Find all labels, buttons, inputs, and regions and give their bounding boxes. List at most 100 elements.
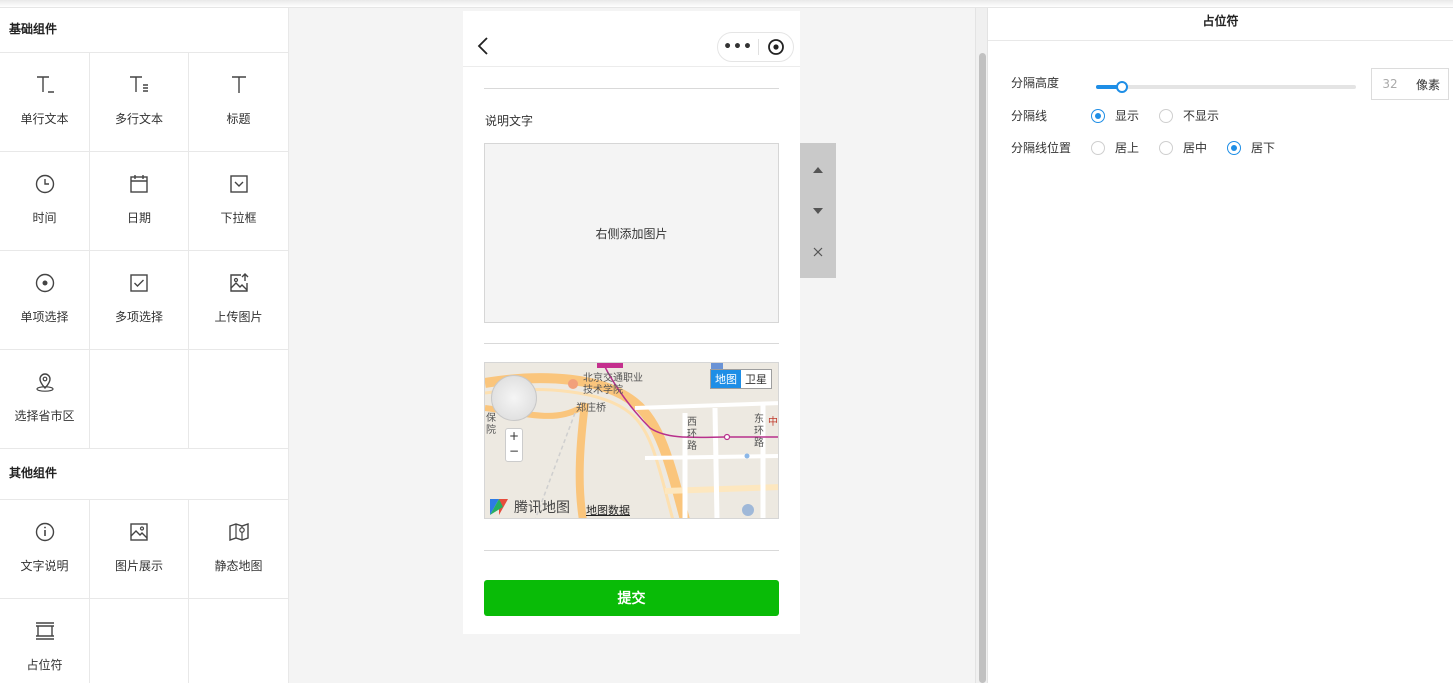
slider-handle[interactable] [1116, 81, 1128, 93]
divider-line [484, 550, 779, 551]
other-components-grid: 文字说明 图片展示 静态地图 占位符 [0, 500, 288, 683]
palette-item-time[interactable]: 时间 [0, 152, 90, 251]
description-text[interactable]: 说明文字 [485, 112, 533, 129]
palette-item-date[interactable]: 日期 [90, 152, 189, 251]
move-down-icon[interactable] [808, 201, 828, 221]
palette-item-multi-line-text[interactable]: 多行文本 [90, 53, 189, 152]
close-target-icon[interactable] [759, 38, 793, 56]
component-palette: 基础组件 单行文本 多行文本 标题 时间 日期 下拉框 单项选择 多项选择 上传… [0, 8, 289, 683]
palette-item-radio[interactable]: 单项选择 [0, 251, 90, 350]
palette-item-label: 选择省市区 [14, 409, 75, 423]
image-upload-icon [227, 271, 251, 295]
spacing-height-value[interactable]: 32 [1372, 77, 1408, 91]
basic-components-title: 基础组件 [0, 8, 288, 53]
properties-title: 占位符 [988, 8, 1453, 41]
map-type-standard[interactable]: 地图 [711, 370, 741, 388]
divider-hide-radio[interactable]: 不显示 [1159, 107, 1219, 124]
single-line-text-icon [33, 73, 57, 97]
palette-item-label: 单项选择 [20, 310, 69, 324]
move-up-icon[interactable] [808, 160, 828, 180]
map-zoom-control[interactable]: + − [505, 428, 523, 462]
map-data-link[interactable]: 地图数据 [586, 502, 630, 518]
divider-position-row: 分隔线位置 居上 居中 居下 [1011, 139, 1295, 156]
palette-item-label: 单行文本 [20, 112, 69, 126]
divider-position-label: 分隔线位置 [1011, 141, 1072, 155]
back-arrow-icon[interactable] [477, 37, 489, 58]
spacing-height-input[interactable]: 32 像素 [1371, 68, 1449, 100]
radio-label: 居中 [1183, 141, 1208, 155]
palette-item-label: 文字说明 [20, 559, 69, 573]
palette-empty-cell [90, 350, 189, 449]
title-icon [227, 73, 251, 97]
properties-panel: 占位符 分隔高度 32 像素 分隔线 显示 不显示 分隔线位置 居上 居中 居下 [988, 8, 1453, 683]
palette-item-static-map[interactable]: 静态地图 [189, 500, 288, 599]
static-map[interactable]: + − 北京交通职业 技术学院 郑庄桥 西 环 路 东 环 路 保 院 中 地图… [484, 362, 779, 519]
delete-close-icon[interactable] [808, 242, 828, 262]
palette-item-single-line-text[interactable]: 单行文本 [0, 53, 90, 152]
radio-label: 居上 [1115, 141, 1140, 155]
palette-item-spacer[interactable]: 占位符 [0, 599, 90, 683]
submit-button[interactable]: 提交 [484, 580, 779, 616]
map-label: 环 [687, 429, 697, 440]
map-brand: 腾讯地图 [488, 497, 570, 517]
scrollbar-thumb[interactable] [979, 53, 986, 683]
phone-nav-bar: ••• [463, 11, 800, 67]
palette-item-region-select[interactable]: 选择省市区 [0, 350, 90, 449]
palette-item-label: 上传图片 [214, 310, 263, 324]
top-border [0, 0, 1453, 8]
map-label: 技术学院 [583, 385, 623, 396]
calendar-icon [127, 172, 151, 196]
radio-label: 不显示 [1183, 109, 1220, 123]
palette-item-dropdown[interactable]: 下拉框 [189, 152, 288, 251]
form-canvas: ••• 说明文字 右侧添加图片 + − 北京交通职业 技术学院 郑庄桥 西 环 … [289, 8, 975, 683]
palette-item-image-display[interactable]: 图片展示 [90, 500, 189, 599]
map-label: 中 [768, 417, 778, 428]
radio-icon [33, 271, 57, 295]
spacing-height-unit: 像素 [1415, 77, 1440, 92]
palette-empty-cell [90, 599, 189, 683]
palette-item-text-description[interactable]: 文字说明 [0, 500, 90, 599]
image-placeholder-text: 右侧添加图片 [595, 226, 668, 241]
palette-item-label: 时间 [32, 211, 57, 225]
clock-icon [33, 172, 57, 196]
radio-circle [1159, 108, 1174, 123]
image-icon [127, 520, 151, 544]
spacing-height-slider[interactable] [1096, 81, 1356, 93]
info-icon [33, 520, 57, 544]
location-pin-icon [33, 370, 57, 394]
palette-item-label: 日期 [126, 211, 151, 225]
tencent-map-logo-icon [490, 499, 508, 515]
divider-line [484, 88, 779, 89]
map-brand-text: 腾讯地图 [514, 500, 570, 516]
map-label: 路 [754, 438, 764, 449]
palette-item-label: 图片展示 [114, 559, 163, 573]
map-label: 院 [486, 425, 496, 436]
spacer-icon [33, 619, 57, 643]
position-bottom-radio[interactable]: 居下 [1227, 139, 1275, 156]
divider-line [484, 343, 779, 344]
zoom-in-button[interactable]: + [506, 429, 522, 444]
image-placeholder[interactable]: 右侧添加图片 [484, 143, 779, 323]
more-menu-button[interactable]: ••• [718, 39, 758, 55]
checkbox-icon [127, 271, 151, 295]
map-pan-control[interactable] [491, 375, 537, 421]
palette-item-checkbox[interactable]: 多项选择 [90, 251, 189, 350]
divider-label: 分隔线 [1011, 109, 1048, 123]
map-label: 郑庄桥 [576, 403, 606, 414]
map-label: 北京交通职业 [583, 373, 643, 384]
palette-item-label: 静态地图 [214, 559, 263, 573]
zoom-out-button[interactable]: − [506, 444, 522, 459]
position-middle-radio[interactable]: 居中 [1159, 139, 1207, 156]
palette-empty-cell [189, 599, 288, 683]
other-components-title: 其他组件 [0, 449, 288, 500]
map-label: 东 [754, 414, 764, 425]
map-type-satellite[interactable]: 卫星 [741, 370, 771, 388]
palette-item-image-upload[interactable]: 上传图片 [189, 251, 288, 350]
palette-item-title[interactable]: 标题 [189, 53, 288, 152]
canvas-scrollbar[interactable] [975, 8, 988, 683]
divider-show-radio[interactable]: 显示 [1091, 107, 1139, 124]
map-label: 环 [754, 426, 764, 437]
palette-item-label: 多项选择 [114, 310, 163, 324]
position-top-radio[interactable]: 居上 [1091, 139, 1139, 156]
radio-circle [1227, 140, 1242, 155]
